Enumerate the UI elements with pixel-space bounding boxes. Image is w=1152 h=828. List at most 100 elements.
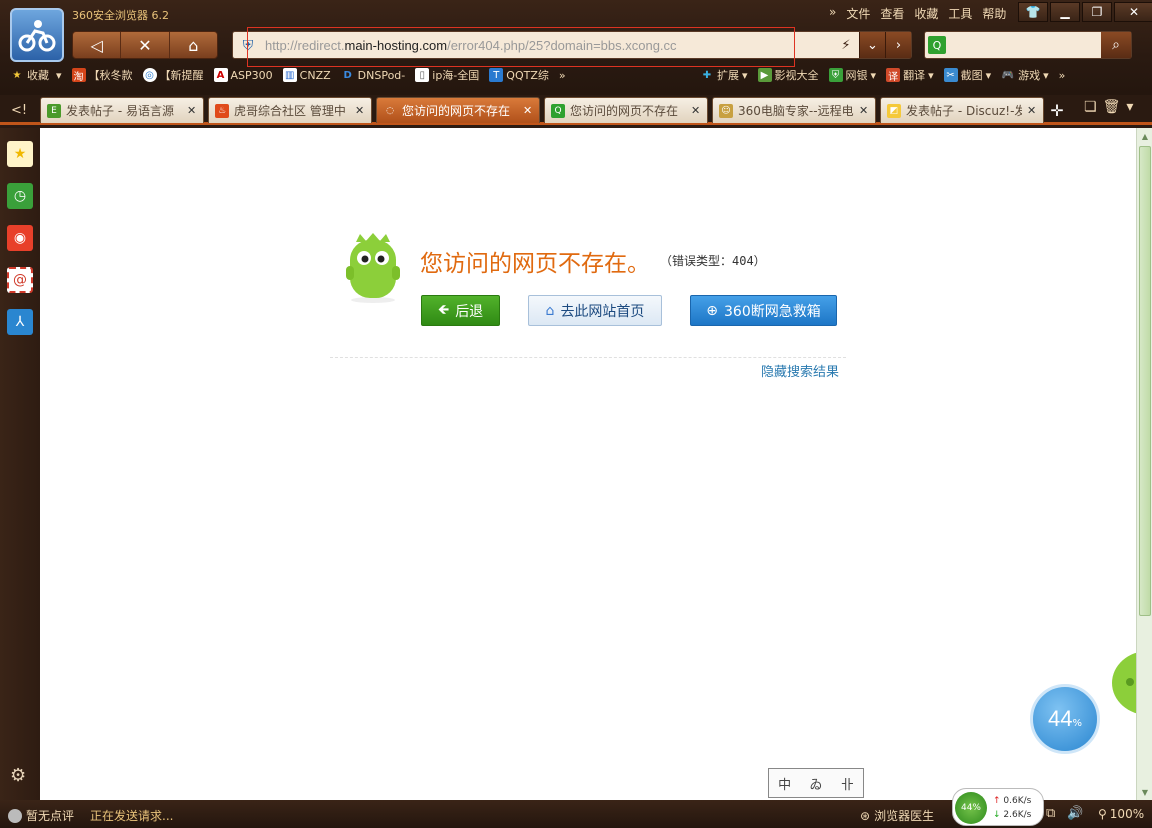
trash-icon[interactable]: 🗑 [1103,99,1121,115]
bookmarks-more-button[interactable]: » [559,69,566,82]
hide-search-results-link[interactable]: 隐藏搜索结果 [761,361,839,380]
vertical-scrollbar[interactable]: ▲ ▼ [1136,128,1152,800]
stop-icon: ✕ [138,35,152,55]
speed-up-ball[interactable]: 44% [1030,684,1100,754]
toolbar-more-button[interactable]: » [1059,69,1066,82]
bookmark-item[interactable]: ◎ 【新提醒 [142,67,204,83]
home-icon: ⌂ [545,302,555,319]
games-button[interactable]: 🎮 游戏 ▾ [1001,67,1049,83]
new-tab-button[interactable]: ✛ [1044,99,1070,121]
bookmark-item[interactable]: ▥ CNZZ [282,68,331,82]
tab-item[interactable]: ☺ 360电脑专家--远程电 ✕ [712,97,876,123]
app-title: 360安全浏览器 6.2 [72,9,169,22]
menu-view[interactable]: 查看 [875,5,909,22]
tab-close-icon[interactable]: ✕ [859,104,869,117]
menu-favorites[interactable]: 收藏 [909,5,943,22]
tab-close-icon[interactable]: ✕ [355,104,365,117]
browser-logo[interactable] [10,8,64,62]
menu-tools[interactable]: 工具 [943,5,977,22]
qqtz-icon: T [489,68,504,82]
ime-keyboard-icon[interactable]: 卝 [841,774,854,793]
network-monitor[interactable]: 44% ↑ 0.6K/s ↓ 2.6K/s [952,788,1044,826]
tab-list-icon[interactable]: ❏ [1084,99,1097,115]
monster-mascot-icon [346,233,400,303]
home-nav-button[interactable]: ⌂ [170,32,217,58]
search-box[interactable]: Q ⌕ [924,31,1132,59]
tab-item-active[interactable]: ◌ 您访问的网页不存在 ✕ [376,97,540,123]
video-icon: ▶ [757,68,772,82]
maximize-button[interactable]: ❐ [1082,2,1112,22]
error-title: 您访问的网页不存在。 [420,251,650,277]
scroll-up-arrow-icon[interactable]: ▲ [1139,130,1151,142]
weibo-icon[interactable]: ◉ [7,225,33,251]
window-icon[interactable]: ⧉ [1046,806,1055,821]
plus-icon: ✛ [1050,100,1064,120]
browser-doctor-button[interactable]: ⊛ 浏览器医生 [860,807,934,824]
ime-mode-cn[interactable]: 中 [778,774,791,793]
tab-item[interactable]: ◩ 发表帖子 - Discuz!-发 ✕ [880,97,1044,123]
history-clock-icon[interactable]: ◷ [7,183,33,209]
stop-button[interactable]: ✕ [121,32,170,58]
minimize-button[interactable]: ▁ [1050,2,1080,22]
back-nav-button[interactable]: ◁ [73,32,122,58]
tab-item[interactable]: Q 您访问的网页不存在 ✕ [544,97,708,123]
search-button[interactable]: ⌕ [1101,32,1131,58]
screenshot-button[interactable]: ✂ 截图 ▾ [943,67,991,83]
address-bar[interactable]: ⛨ http://redirect.main-hosting.com/error… [232,31,912,59]
site-home-button[interactable]: ⌂ 去此网站首页 [528,295,662,326]
search-engine-icon[interactable]: Q [928,36,946,54]
shield-check-icon: ⛨ [828,68,843,82]
bookmark-item[interactable]: D DNSPod- [341,68,406,82]
video-button[interactable]: ▶ 影视大全 [757,67,819,83]
menu-file[interactable]: 文件 [841,5,875,22]
app-icon[interactable]: ⅄ [7,309,33,335]
address-dropdown-button[interactable]: ⌄ [859,32,885,58]
motorbike-icon [18,20,56,52]
bookmark-favorites[interactable]: ★ 收藏 ▾ [10,67,62,83]
green-mascot-icon[interactable] [1108,638,1136,718]
tab-close-icon[interactable]: ✕ [523,104,533,117]
bookmark-item[interactable]: ▯ ip海-全国 [415,67,479,83]
favorites-star-icon[interactable]: ★ [7,141,33,167]
plus-circle-icon: ⊕ [706,302,718,319]
rating-indicator[interactable]: 暂无点评 [8,807,74,824]
address-url[interactable]: http://redirect.main-hosting.com/error40… [265,38,677,53]
bookmark-item[interactable]: A ASP300 [213,68,273,82]
tab-close-icon[interactable]: ✕ [187,104,197,117]
menu-help[interactable]: 帮助 [977,5,1011,22]
extensions-button[interactable]: ✚ 扩展 ▾ [700,67,748,83]
closed-tabs-button[interactable]: <! [6,99,32,121]
close-window-button[interactable]: ✕ [1114,2,1152,22]
menu-more[interactable]: » [824,5,841,22]
window-controls: 👕 ▁ ❐ ✕ [1018,2,1152,22]
ime-moon-icon[interactable]: ゐ [809,774,822,793]
network-rescue-button[interactable]: ⊕ 360断网急救箱 [690,295,837,326]
scroll-thumb[interactable] [1139,146,1151,616]
ime-toolbar[interactable]: 中 ゐ 卝 [768,768,864,798]
error-type: （错误类型：404） [660,254,766,268]
taobao-icon: 淘 [71,68,86,83]
volume-icon[interactable]: 🔊 [1067,806,1083,821]
tab-close-icon[interactable]: ✕ [1027,104,1037,117]
back-button[interactable]: 🡸 后退 [421,295,500,326]
translate-button[interactable]: 译翻译 ▾ [886,67,934,83]
go-button[interactable]: › [885,32,911,58]
e-icon: E [47,103,61,118]
restore-icon: ❐ [1091,5,1103,19]
tab-item[interactable]: ♨ 虎哥综合社区 管理中 ✕ [208,97,372,123]
bank-button[interactable]: ⛨ 网银 ▾ [828,67,876,83]
shield-icon: ⛨ [242,38,254,54]
tab-item[interactable]: E 发表帖子 - 易语言源 ✕ [40,97,204,123]
scroll-down-arrow-icon[interactable]: ▼ [1139,786,1151,798]
bookmark-item[interactable]: 淘【秋冬款 [71,67,133,83]
skin-button[interactable]: 👕 [1018,2,1048,22]
bookmark-item[interactable]: T QQTZ综 [489,67,549,83]
tab-close-icon[interactable]: ✕ [691,104,701,117]
gear-icon[interactable]: ⚙ [10,765,26,786]
chevron-down-icon[interactable]: ▾ [1126,99,1133,115]
home-icon: ⌂ [188,35,199,55]
zoom-control[interactable]: ⚲ 100% [1098,807,1144,821]
scissors-icon: ✂ [943,68,958,82]
speed-mode-button[interactable]: ⚡ [833,32,859,58]
mail-icon[interactable]: @ [7,267,33,293]
